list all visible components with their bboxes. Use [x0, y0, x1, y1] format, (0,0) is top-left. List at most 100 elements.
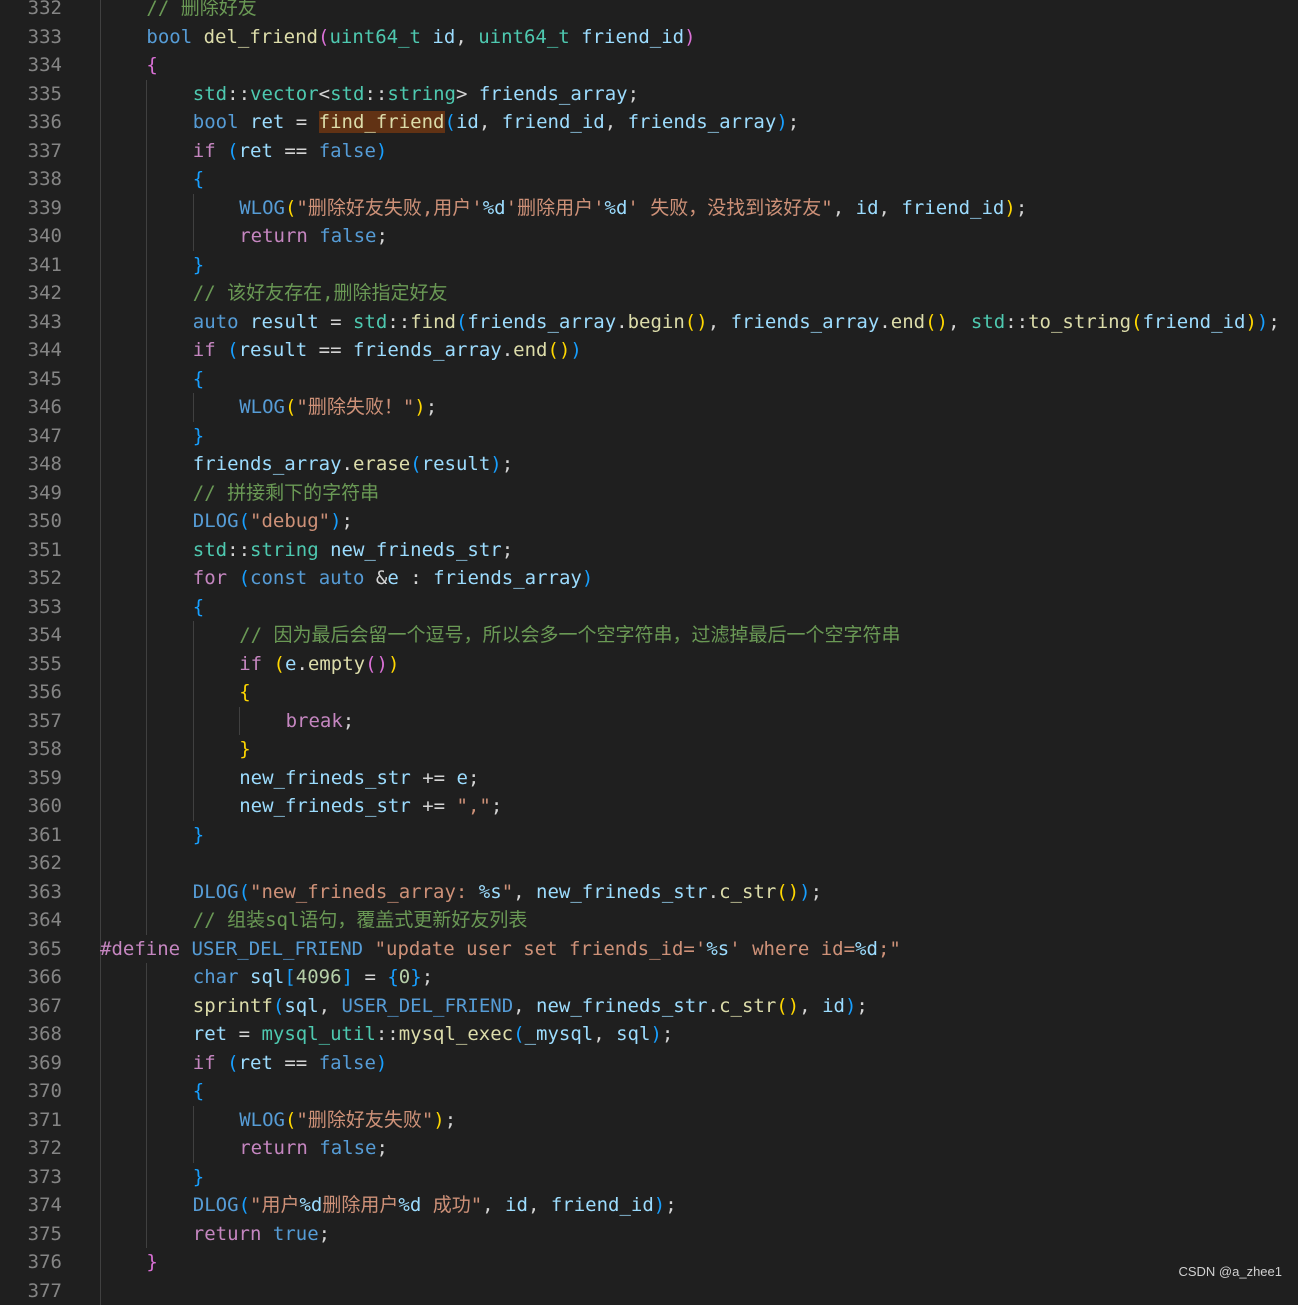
- indent-guide: [146, 1020, 147, 1049]
- code-token: [239, 966, 250, 988]
- code-line[interactable]: 374DLOG("用户%d删除用户%d 成功", id, friend_id);: [0, 1191, 1298, 1220]
- code-token: return: [239, 1137, 308, 1159]
- code-line[interactable]: 333bool del_friend(uint64_t id, uint64_t…: [0, 23, 1298, 52]
- code-token: ::: [227, 83, 250, 105]
- code-token: [570, 26, 581, 48]
- code-line[interactable]: 369if (ret == false): [0, 1049, 1298, 1078]
- code-token: to_string: [1028, 311, 1131, 333]
- code-token: string: [250, 539, 319, 561]
- line-number: 354: [0, 621, 62, 650]
- code-token: (: [239, 510, 250, 532]
- code-line[interactable]: 365#define USER_DEL_FRIEND "update user …: [0, 935, 1298, 964]
- code-line[interactable]: 339WLOG("删除好友失败,用户'%d'删除用户'%d' 失败，没找到该好友…: [0, 194, 1298, 223]
- code-text: // 组装sql语句，覆盖式更新好友列表: [193, 906, 528, 935]
- code-token: mysql_exec: [399, 1023, 513, 1045]
- code-token: erase: [353, 453, 410, 475]
- code-token: ,: [799, 995, 822, 1017]
- code-line[interactable]: 338{: [0, 165, 1298, 194]
- indent-guide: [100, 1163, 101, 1192]
- code-line[interactable]: 337if (ret == false): [0, 137, 1298, 166]
- code-line[interactable]: 362: [0, 849, 1298, 878]
- code-token: (: [227, 1052, 238, 1074]
- line-number: 362: [0, 849, 62, 878]
- code-token: friends_array: [193, 453, 342, 475]
- code-token: empty: [308, 653, 365, 675]
- code-line[interactable]: 332// 删除好友: [0, 0, 1298, 23]
- code-line[interactable]: 346WLOG("删除失败！");: [0, 393, 1298, 422]
- code-line[interactable]: 348friends_array.erase(result);: [0, 450, 1298, 479]
- code-line[interactable]: 377: [0, 1277, 1298, 1305]
- code-line[interactable]: 372return false;: [0, 1134, 1298, 1163]
- code-line[interactable]: 352for (const auto &e : friends_array): [0, 564, 1298, 593]
- code-token: (: [239, 1194, 250, 1216]
- code-line[interactable]: 366char sql[4096] = {0};: [0, 963, 1298, 992]
- code-token: %s: [479, 881, 502, 903]
- code-text: friends_array.erase(result);: [193, 450, 513, 479]
- code-token: (): [365, 653, 388, 675]
- code-line[interactable]: 371WLOG("删除好友失败");: [0, 1106, 1298, 1135]
- code-text: std::string new_frineds_str;: [193, 536, 513, 565]
- code-line[interactable]: 336bool ret = find_friend(id, friend_id,…: [0, 108, 1298, 137]
- code-text: sprintf(sql, USER_DEL_FRIEND, new_frined…: [193, 992, 868, 1021]
- code-line[interactable]: 358}: [0, 735, 1298, 764]
- code-text: {: [193, 593, 204, 622]
- indent-guide: [146, 821, 147, 850]
- indent-guide: [193, 707, 194, 736]
- indent-guide: [100, 165, 101, 194]
- line-number: 336: [0, 108, 62, 137]
- code-editor[interactable]: 332// 删除好友333bool del_friend(uint64_t id…: [0, 0, 1298, 1305]
- indent-guide: [100, 251, 101, 280]
- line-number: 332: [0, 0, 62, 23]
- code-line[interactable]: 376}: [0, 1248, 1298, 1277]
- code-line[interactable]: 360new_frineds_str += ",";: [0, 792, 1298, 821]
- indent-guide: [146, 507, 147, 536]
- code-line[interactable]: 364// 组装sql语句，覆盖式更新好友列表: [0, 906, 1298, 935]
- code-line[interactable]: 355 if (e.empty()): [0, 650, 1298, 679]
- code-token: ;: [342, 510, 353, 532]
- code-line[interactable]: 368ret = mysql_util::mysql_exec(_mysql, …: [0, 1020, 1298, 1049]
- indent-guide: [193, 650, 194, 679]
- code-text: if (e.empty()): [239, 650, 399, 679]
- line-number: 355: [0, 650, 62, 679]
- code-line[interactable]: 353{: [0, 593, 1298, 622]
- code-line[interactable]: 334{: [0, 51, 1298, 80]
- code-line[interactable]: 345{: [0, 365, 1298, 394]
- code-line[interactable]: 350DLOG("debug");: [0, 507, 1298, 536]
- code-line[interactable]: 344if (result == friends_array.end()): [0, 336, 1298, 365]
- code-token: #define: [100, 938, 180, 960]
- code-line[interactable]: 373}: [0, 1163, 1298, 1192]
- code-text: WLOG("删除好友失败");: [239, 1106, 456, 1135]
- code-line[interactable]: 363DLOG("new_frineds_array: %s", new_fri…: [0, 878, 1298, 907]
- code-line[interactable]: 343auto result = std::find(friends_array…: [0, 308, 1298, 337]
- code-token: new_frineds_str: [239, 767, 411, 789]
- code-token: .: [879, 311, 890, 333]
- code-line[interactable]: 349// 拼接剩下的字符串: [0, 479, 1298, 508]
- code-line[interactable]: 370{: [0, 1077, 1298, 1106]
- indent-guide: [146, 1106, 147, 1135]
- code-text: {: [193, 1077, 204, 1106]
- indent-guide: [239, 707, 240, 736]
- code-line[interactable]: 356{: [0, 678, 1298, 707]
- code-token: ): [388, 653, 399, 675]
- code-line[interactable]: 351std::string new_frineds_str;: [0, 536, 1298, 565]
- code-token: (: [445, 111, 456, 133]
- code-line[interactable]: 354// 因为最后会留一个逗号，所以会多一个空字符串，过滤掉最后一个空字符串: [0, 621, 1298, 650]
- code-line[interactable]: 361}: [0, 821, 1298, 850]
- indent-guide: [100, 422, 101, 451]
- code-line[interactable]: 342// 该好友存在,删除指定好友: [0, 279, 1298, 308]
- code-token: 删除用户: [322, 1194, 398, 1216]
- code-token: result: [239, 339, 308, 361]
- code-text: WLOG("删除失败！");: [239, 393, 437, 422]
- code-line[interactable]: 367sprintf(sql, USER_DEL_FRIEND, new_fri…: [0, 992, 1298, 1021]
- code-token: friend_id: [901, 197, 1004, 219]
- code-line[interactable]: 359new_frineds_str += e;: [0, 764, 1298, 793]
- indent-guide: [100, 507, 101, 536]
- code-line[interactable]: 335std::vector<std::string> friends_arra…: [0, 80, 1298, 109]
- code-text: if (result == friends_array.end()): [193, 336, 582, 365]
- code-line[interactable]: 375return true;: [0, 1220, 1298, 1249]
- code-line[interactable]: 357break;: [0, 707, 1298, 736]
- code-line[interactable]: 347}: [0, 422, 1298, 451]
- line-number: 342: [0, 279, 62, 308]
- code-line[interactable]: 341}: [0, 251, 1298, 280]
- code-line[interactable]: 340return false;: [0, 222, 1298, 251]
